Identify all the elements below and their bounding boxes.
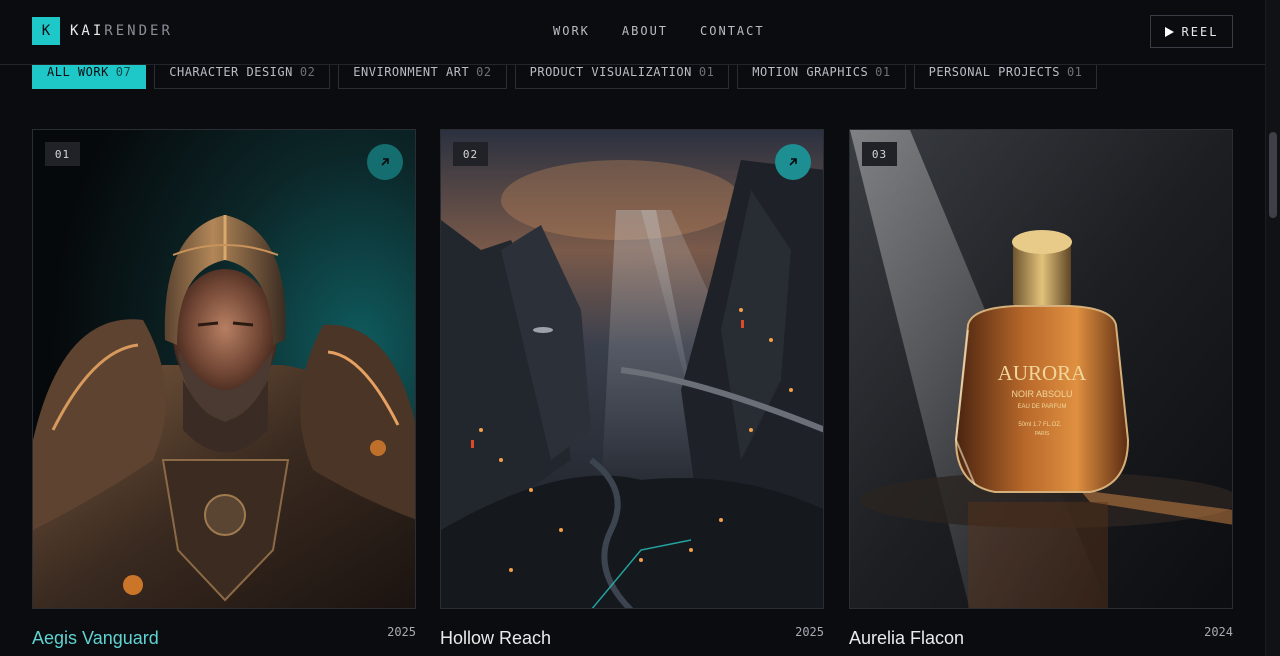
open-project-button[interactable] — [367, 144, 403, 180]
bottle-city-label: PARIS — [1035, 431, 1050, 437]
canyon-city-image — [441, 130, 823, 608]
project-year: 2025 — [795, 625, 824, 639]
logo[interactable]: K KAIRENDER — [32, 17, 173, 45]
filter-count: 07 — [115, 65, 132, 79]
open-project-button[interactable] — [775, 144, 811, 180]
main-nav: WORK ABOUT CONTACT — [553, 24, 797, 38]
filter-label: ENVIRONMENT ART — [353, 65, 470, 79]
arrow-up-right-icon — [381, 158, 389, 166]
nav-contact[interactable]: CONTACT — [700, 24, 765, 38]
nav-work[interactable]: WORK — [553, 24, 590, 38]
project-title[interactable]: Aegis Vanguard — [32, 628, 159, 649]
bottle-sub-label: NOIR ABSOLU — [1011, 389, 1072, 399]
nav-about[interactable]: ABOUT — [622, 24, 668, 38]
filter-count: 01 — [1066, 65, 1083, 79]
logo-text: KAIRENDER — [70, 23, 173, 39]
bottle-brand-label: AURORA — [998, 361, 1088, 385]
project-thumbnail[interactable]: 01 — [32, 129, 416, 609]
project-title[interactable]: Hollow Reach — [440, 628, 551, 649]
project-number: 03 — [862, 142, 897, 166]
filter-label: ALL WORK — [47, 65, 109, 79]
reel-button[interactable]: REEL — [1150, 15, 1233, 48]
filter-label: PRODUCT VISUALIZATION — [529, 65, 692, 79]
logo-text-secondary: RENDER — [104, 23, 173, 39]
project-thumbnail[interactable]: AURORA NOIR ABSOLU EAU DE PARFUM 50ml 1.… — [849, 129, 1233, 609]
project-card: AURORA NOIR ABSOLU EAU DE PARFUM 50ml 1.… — [849, 129, 1233, 648]
scroll-thumb[interactable] — [1269, 132, 1277, 218]
project-number: 01 — [45, 142, 80, 166]
project-year: 2025 — [387, 625, 416, 639]
logo-mark: K — [32, 17, 60, 45]
project-thumbnail[interactable]: 02 — [440, 129, 824, 609]
page-scrollbar[interactable] — [1265, 0, 1280, 656]
filter-count: 02 — [476, 65, 492, 79]
filter-label: CHARACTER DESIGN — [169, 65, 293, 79]
project-title[interactable]: Aurelia Flacon — [849, 628, 964, 649]
reel-label: REEL — [1181, 24, 1219, 39]
play-icon — [1164, 26, 1174, 37]
bottle-volume-label: 50ml 1.7 FL.OZ. — [1018, 422, 1062, 428]
logo-text-primary: KAI — [70, 23, 105, 39]
project-number: 02 — [453, 142, 488, 166]
project-card: 01 Aegis Vanguard 2025 — [32, 129, 416, 648]
filter-count: 01 — [875, 65, 891, 79]
arrow-up-right-icon — [789, 158, 797, 166]
bottle-type-label: EAU DE PARFUM — [1018, 404, 1067, 410]
project-card: 02 Hollow Reach 2025 — [440, 129, 824, 648]
armored-knight-image — [33, 130, 415, 608]
filter-count: 02 — [299, 65, 316, 79]
perfume-bottle-image: AURORA NOIR ABSOLU EAU DE PARFUM 50ml 1.… — [850, 130, 1232, 608]
site-header: K KAIRENDER WORK ABOUT CONTACT REEL — [0, 0, 1265, 65]
filter-label: PERSONAL PROJECTS — [928, 65, 1060, 79]
filter-label: MOTION GRAPHICS — [752, 65, 869, 79]
filter-count: 01 — [698, 65, 715, 79]
project-year: 2024 — [1204, 625, 1233, 639]
